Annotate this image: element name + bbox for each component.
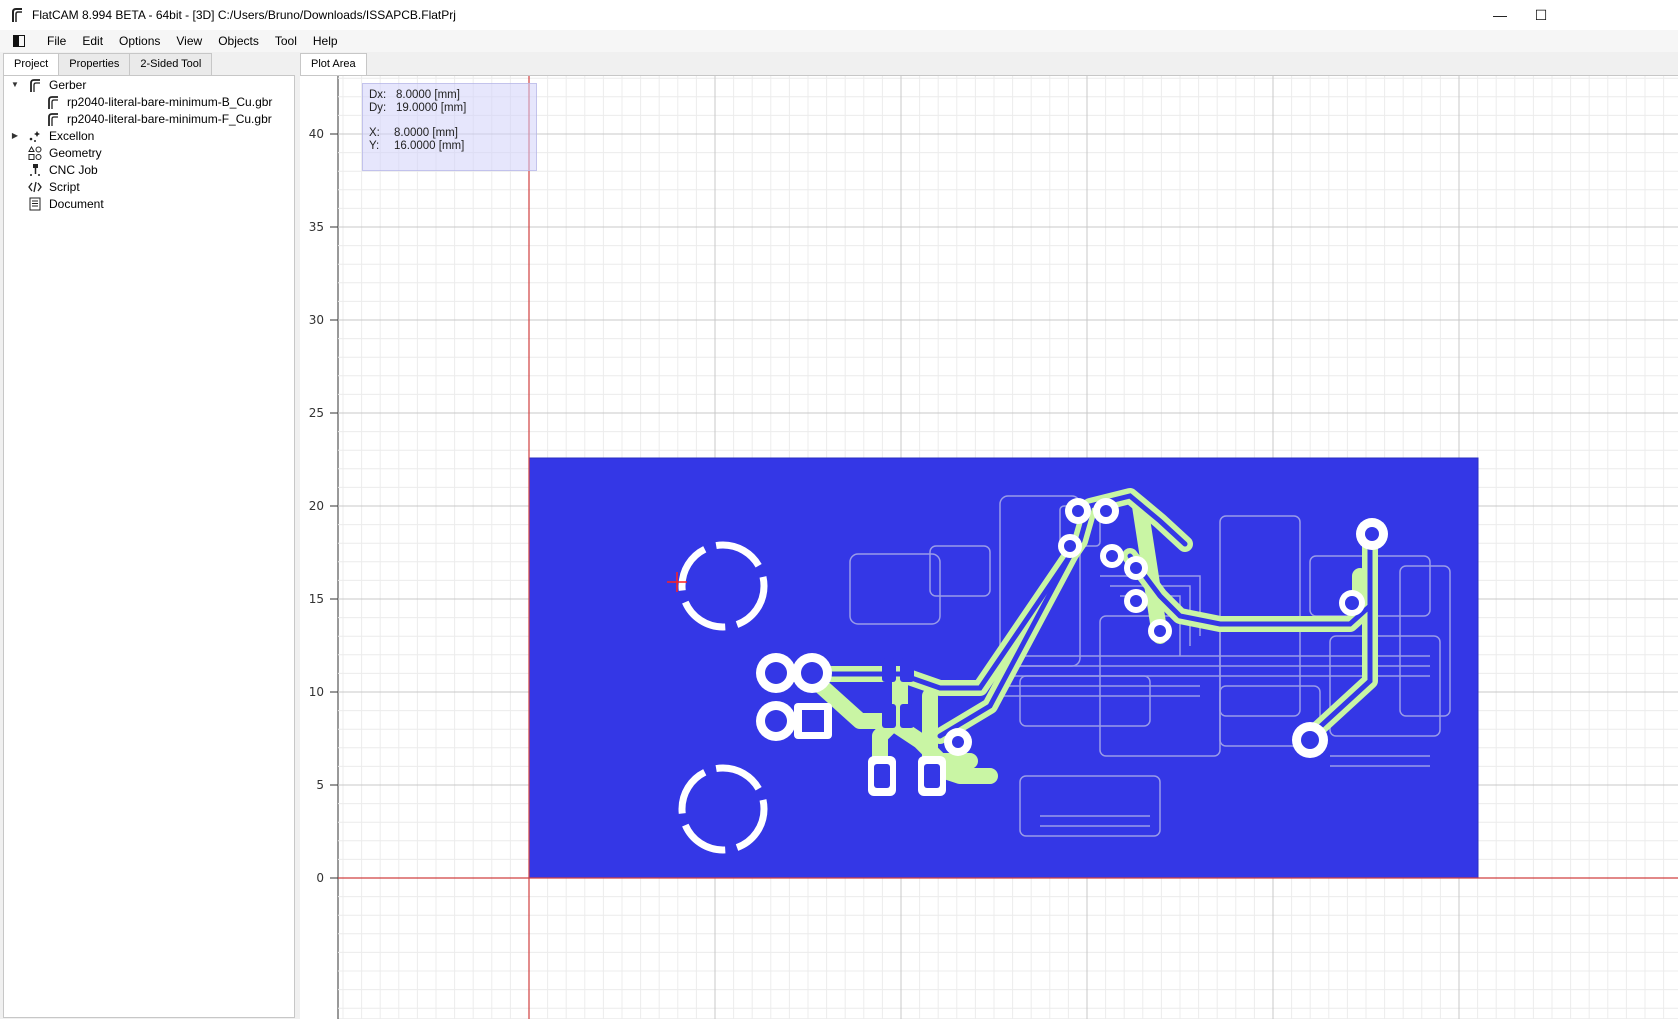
window-title: FlatCAM 8.994 BETA - 64bit - [3D] C:/Use… (32, 8, 456, 22)
tree-label: Gerber (49, 78, 87, 92)
plot-canvas[interactable]: 40 35 30 25 20 15 10 5 0 (300, 75, 1678, 1019)
gerber-icon (28, 78, 42, 92)
x-label: X: (369, 127, 380, 139)
panel-toggle-icon[interactable] (13, 35, 25, 47)
expand-right-icon[interactable]: ▶ (10, 127, 20, 145)
y-label: Y: (369, 140, 380, 152)
menu-help[interactable]: Help (305, 30, 346, 52)
tree-item-gerber[interactable]: ▼ Gerber (10, 76, 86, 94)
y-tick-label: 5 (316, 778, 324, 792)
tree-label: Excellon (49, 129, 95, 143)
tree-item-script[interactable]: Script (28, 178, 80, 196)
drill-icon (28, 129, 42, 143)
tree-item-b-cu[interactable]: rp2040-literal-bare-minimum-B_Cu.gbr (46, 93, 272, 111)
y-tick-label: 25 (309, 406, 324, 420)
tab-properties[interactable]: Properties (58, 53, 131, 75)
y-tick-label: 0 (316, 871, 324, 885)
tree-item-document[interactable]: Document (28, 195, 104, 213)
project-tree: ▼ Gerber rp2040-literal-bare-minimum-B_C… (3, 75, 295, 1018)
title-bar: FlatCAM 8.994 BETA - 64bit - [3D] C:/Use… (0, 0, 1678, 30)
plot-tab-bar: Plot Area (300, 53, 367, 75)
gerber-file-icon (46, 95, 60, 109)
cnc-tool-icon (28, 163, 42, 177)
flatcam-logo-icon (12, 8, 22, 22)
tree-label: Geometry (49, 146, 102, 160)
tree-item-f-cu[interactable]: rp2040-literal-bare-minimum-F_Cu.gbr (46, 110, 272, 128)
expand-down-icon[interactable]: ▼ (10, 76, 20, 94)
tree-label: rp2040-literal-bare-minimum-B_Cu.gbr (67, 95, 273, 109)
y-tick-label: 15 (309, 592, 324, 606)
tree-label: Script (49, 180, 80, 194)
minimize-icon: — (1493, 7, 1507, 23)
dx-value: 8.0000 [mm] (396, 89, 460, 101)
menu-view[interactable]: View (168, 30, 210, 52)
menu-objects[interactable]: Objects (210, 30, 267, 52)
maximize-icon: ☐ (1534, 6, 1548, 23)
y-tick-label: 30 (309, 313, 324, 327)
x-value: 8.0000 [mm] (394, 127, 458, 139)
maximize-button[interactable]: ☐ (1518, 0, 1564, 30)
tree-item-cncjob[interactable]: CNC Job (28, 161, 98, 179)
tree-label: CNC Job (49, 163, 98, 177)
tab-plot-area[interactable]: Plot Area (300, 53, 367, 75)
tree-label: rp2040-literal-bare-minimum-F_Cu.gbr (67, 112, 272, 126)
y-tick-label: 35 (309, 220, 324, 234)
plot-drawing[interactable]: 40 35 30 25 20 15 10 5 0 (300, 76, 1678, 1019)
menu-edit[interactable]: Edit (74, 30, 111, 52)
left-tab-bar: Project Properties 2-Sided Tool (3, 53, 213, 75)
y-tick-label: 20 (309, 499, 324, 513)
menu-file[interactable]: File (39, 30, 74, 52)
tab-2-sided-tool[interactable]: 2-Sided Tool (129, 53, 213, 75)
coordinates-overlay: Dx: 8.0000 [mm] Dy: 19.0000 [mm] X: 8.00… (362, 83, 537, 171)
menu-tool[interactable]: Tool (267, 30, 305, 52)
minimize-button[interactable]: — (1477, 0, 1523, 30)
y-value: 16.0000 [mm] (394, 140, 465, 152)
tree-label: Document (49, 197, 104, 211)
y-tick-label: 10 (309, 685, 324, 699)
y-tick-label: 40 (309, 127, 324, 141)
code-icon (28, 180, 42, 194)
tree-item-excellon[interactable]: ▶ Excellon (10, 127, 94, 145)
menu-bar: File Edit Options View Objects Tool Help (0, 30, 1678, 52)
gerber-file-icon (46, 112, 60, 126)
geometry-shapes-icon (28, 146, 42, 160)
dy-label: Dy: (369, 102, 387, 114)
dx-label: Dx: (369, 89, 387, 101)
tab-project[interactable]: Project (3, 53, 60, 75)
dy-value: 19.0000 [mm] (396, 102, 467, 114)
tree-item-geometry[interactable]: Geometry (28, 144, 102, 162)
menu-options[interactable]: Options (111, 30, 168, 52)
document-icon (28, 197, 42, 211)
